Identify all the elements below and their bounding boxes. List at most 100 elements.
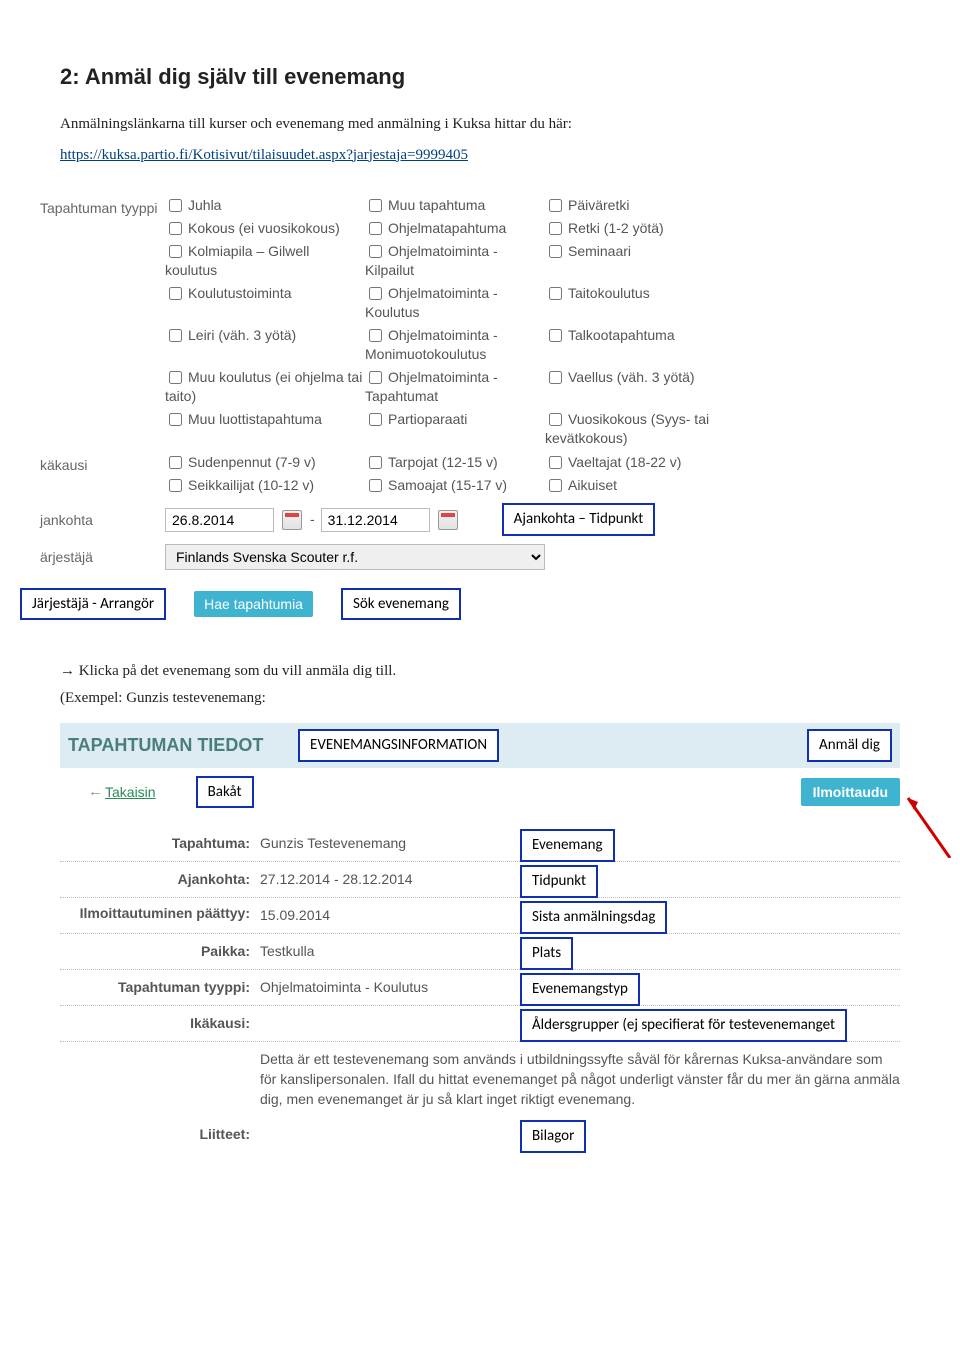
back-link[interactable]: Takaisin [105, 782, 156, 803]
filter-checkbox[interactable] [549, 479, 562, 492]
filter-option-label: Retki (1-2 yötä) [568, 220, 664, 236]
field-key: Liitteet: [60, 1124, 260, 1145]
filter-checkbox[interactable] [169, 245, 182, 258]
event-type-label: Tapahtuman tyyppi [40, 196, 165, 219]
filter-option-label: Kokous (ei vuosikokous) [188, 220, 340, 236]
filter-checkbox[interactable] [549, 329, 562, 342]
event-details-header: TAPAHTUMAN TIEDOT EVENEMANGSINFORMATION … [60, 723, 900, 768]
age-group-label: käkausi [40, 453, 165, 476]
field-value: Testkulla [260, 943, 314, 959]
field-deadline: Ilmoittautuminen päättyy: 15.09.2014 Sis… [60, 898, 900, 934]
organizer-label: ärjestäjä [40, 545, 165, 568]
calendar-icon[interactable] [438, 510, 458, 530]
filter-checkbox[interactable] [169, 222, 182, 235]
filter-checkbox[interactable] [549, 245, 562, 258]
filter-form: Tapahtuman tyyppi Juhla Muu tapahtuma Päiv… [40, 196, 900, 620]
filter-checkbox[interactable] [369, 222, 382, 235]
field-key: Paikka: [60, 941, 260, 962]
field-key: Ilmoittautuminen päättyy: [60, 905, 260, 922]
date-from-input[interactable] [165, 508, 274, 532]
annotation-attachments: Bilagor [520, 1120, 586, 1153]
field-key: Ikäkausi: [60, 1013, 260, 1034]
filter-checkbox[interactable] [549, 222, 562, 235]
annotation-search: Sök evenemang [341, 588, 461, 621]
filter-checkbox[interactable] [369, 329, 382, 342]
calendar-icon[interactable] [282, 510, 302, 530]
filter-option-label: Juhla [188, 197, 221, 213]
filter-option-label: Tarpojat (12-15 v) [388, 454, 498, 470]
filter-option-label: Seminaari [568, 243, 631, 259]
organizer-select[interactable]: Finlands Svenska Scouter r.f. [165, 544, 545, 570]
annotation-header: EVENEMANGSINFORMATION [298, 729, 499, 762]
date-sep: - [310, 509, 315, 530]
filter-checkbox[interactable] [169, 287, 182, 300]
filter-option-label: Muu tapahtuma [388, 197, 485, 213]
filter-option-label: Ohjelmatoiminta - Koulutus [365, 285, 498, 320]
event-description: Detta är ett testevenemang som används i… [60, 1042, 900, 1117]
intro-text: Anmälningslänkarna till kurser och evene… [60, 113, 900, 136]
field-type: Tapahtuman tyyppi: Ohjelmatoiminta - Kou… [60, 970, 900, 1006]
field-place: Paikka: Testkulla Plats [60, 934, 900, 970]
annotation-event: Evenemang [520, 829, 615, 862]
filter-option-label: Vaellus (väh. 3 yötä) [568, 369, 695, 385]
filter-checkbox[interactable] [169, 456, 182, 469]
filter-checkbox[interactable] [549, 371, 562, 384]
instruction-line: → Klicka på det evenemang som du vill an… [60, 660, 900, 683]
filter-option-label: Taitokoulutus [568, 285, 650, 301]
filter-option-label: Partioparaati [388, 411, 467, 427]
field-key: Tapahtuma: [60, 833, 260, 854]
filter-checkbox[interactable] [169, 413, 182, 426]
red-arrow-icon [900, 788, 960, 858]
filter-option-label: Päiväretki [568, 197, 629, 213]
filter-option-label: Seikkailijat (10-12 v) [188, 477, 314, 493]
annotation-time: Tidpunkt [520, 865, 598, 898]
page-title: 2: Anmäl dig själv till evenemang [60, 60, 900, 93]
filter-checkbox[interactable] [369, 479, 382, 492]
right-arrow-icon: → [60, 662, 75, 679]
filter-checkbox[interactable] [369, 287, 382, 300]
filter-checkbox[interactable] [169, 329, 182, 342]
annotation-back: Bakåt [196, 776, 254, 809]
event-type-options: Juhla Muu tapahtuma Päiväretki Kokous (ei v… [165, 196, 900, 447]
back-and-register-row: ← Takaisin Bakåt Ilmoittaudu [60, 776, 900, 809]
filter-option-label: Talkootapahtuma [568, 327, 675, 343]
filter-checkbox[interactable] [169, 371, 182, 384]
search-events-button[interactable]: Hae tapahtumia [194, 591, 313, 617]
filter-option-label: Leiri (väh. 3 yötä) [188, 327, 296, 343]
filter-checkbox[interactable] [369, 245, 382, 258]
filter-option-label: Muu koulutus (ei ohjelma tai taito) [165, 369, 362, 404]
filter-checkbox[interactable] [369, 371, 382, 384]
filter-option-label: Vuosikokous (Syys- tai kevätkokous) [545, 411, 709, 446]
filter-option-label: Kolmiapila – Gilwell koulutus [165, 243, 309, 278]
registration-link[interactable]: https://kuksa.partio.fi/Kotisivut/tilais… [60, 147, 468, 163]
annotation-type: Evenemangstyp [520, 973, 640, 1006]
filter-option-label: Ohjelmatoiminta - Kilpailut [365, 243, 498, 278]
field-key: Tapahtuman tyyppi: [60, 977, 260, 998]
filter-checkbox[interactable] [369, 199, 382, 212]
annotation-date: Ajankohta – Tidpunkt [502, 503, 656, 536]
filter-option-label: Muu luottistapahtuma [188, 411, 322, 427]
filter-option-label: Vaeltajat (18-22 v) [568, 454, 681, 470]
annotation-place: Plats [520, 937, 573, 970]
filter-checkbox[interactable] [169, 479, 182, 492]
date-label: jankohta [40, 508, 165, 531]
annotation-organizer: Järjestäjä - Arrangör [20, 588, 166, 621]
filter-checkbox[interactable] [369, 413, 382, 426]
example-line: (Exempel: Gunzis testevenemang: [60, 687, 900, 710]
filter-checkbox[interactable] [549, 413, 562, 426]
filter-option-label: Sudenpennut (7-9 v) [188, 454, 316, 470]
field-agegroup: Ikäkausi: Åldersgrupper (ej specifierat … [60, 1006, 900, 1042]
field-value: Gunzis Testevenemang [260, 835, 406, 851]
filter-checkbox[interactable] [549, 456, 562, 469]
filter-checkbox[interactable] [169, 199, 182, 212]
filter-option-label: Ohjelmatoiminta - Monimuotokoulutus [365, 327, 498, 362]
filter-checkbox[interactable] [549, 287, 562, 300]
filter-checkbox[interactable] [549, 199, 562, 212]
filter-checkbox[interactable] [369, 456, 382, 469]
annotation-agegroup: Åldersgrupper (ej specifierat för testev… [520, 1009, 847, 1042]
field-attachments: Liitteet: Bilagor [60, 1117, 900, 1152]
filter-option-label: Samoajat (15-17 v) [388, 477, 507, 493]
date-to-input[interactable] [321, 508, 430, 532]
field-time: Ajankohta: 27.12.2014 - 28.12.2014 Tidpu… [60, 862, 900, 898]
register-button[interactable]: Ilmoittaudu [801, 778, 900, 806]
